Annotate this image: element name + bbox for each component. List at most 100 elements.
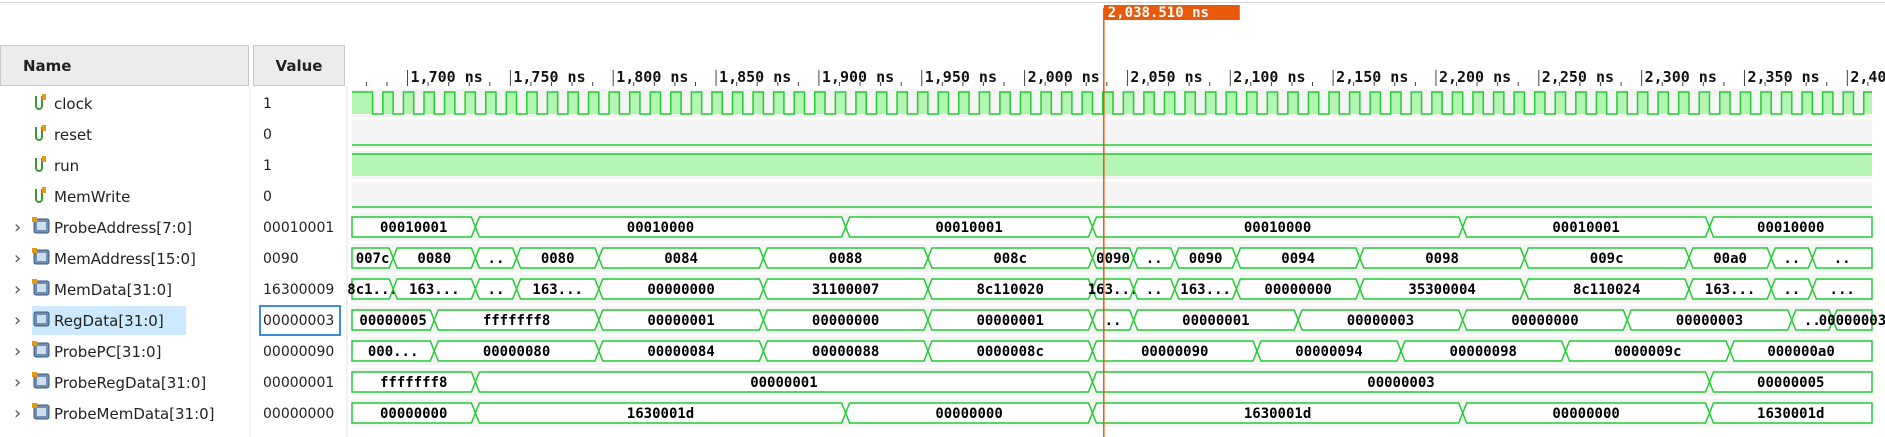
bus-segment-label: 00000005: [1757, 375, 1824, 391]
signal-name[interactable]: ProbeMemData[31:0]: [54, 405, 215, 423]
signal-name[interactable]: ProbeAddress[7:0]: [54, 219, 192, 237]
bus-segment-label: 0090: [1189, 251, 1223, 267]
bus-segment-label: 00000001: [750, 375, 817, 391]
expand-chevron-icon[interactable]: ›: [14, 341, 21, 362]
bus-segment-label: 0098: [1425, 251, 1459, 267]
clock-high-fill: [1308, 92, 1319, 114]
bus-segment-label: ..: [488, 282, 505, 298]
clock-high-fill: [938, 92, 949, 114]
clock-high-fill: [1082, 92, 1093, 114]
expand-chevron-icon[interactable]: ›: [14, 372, 21, 393]
waveform[interactable]: 00000005 fffffff8 00000001 00000000 00000001…: [351, 309, 1885, 331]
waveform[interactable]: fffffff8 00000001 00000003 00000005: [351, 371, 1873, 393]
clock-high-fill: [465, 92, 476, 114]
clock-high-fill: [1349, 92, 1360, 114]
bus-segment-label: 8c110024: [1573, 282, 1640, 298]
expand-chevron-icon[interactable]: ›: [14, 403, 21, 424]
clock-high-fill: [917, 92, 928, 114]
ruler-tick-label: 2,050 ns: [1130, 68, 1202, 86]
bus-segment-label: 00000080: [483, 344, 550, 360]
waveform[interactable]: 8c1... 163..... 163... 00000000 31100007 8c11…: [347, 278, 1873, 300]
signal-value: 1: [263, 158, 272, 174]
clock-high-fill: [423, 92, 435, 114]
bus-segment-label: 009c: [1590, 251, 1624, 267]
waveform[interactable]: 00010001 00010000 00010001 00010000 00010001…: [351, 216, 1873, 238]
clock-high-fill: [1760, 92, 1772, 114]
clock-high-fill: [814, 92, 826, 114]
clock-high-fill: [1411, 92, 1422, 114]
waveform[interactable]: 007c 0080.. 0080 0084 0088 008c 0090.. 0090 0094…: [351, 247, 1873, 269]
bus-segment-label: ..: [488, 251, 505, 267]
signal-name[interactable]: run: [54, 157, 79, 175]
bus-signal-icon: [32, 248, 50, 265]
clock-high-fill: [1802, 92, 1813, 114]
signal-name[interactable]: MemData[31:0]: [54, 281, 172, 299]
signal-name[interactable]: RegData[31:0]: [54, 312, 164, 330]
bus-segment-label: ...: [1830, 282, 1855, 298]
wave-row-band: [352, 120, 1872, 148]
clock-high-fill: [855, 92, 867, 114]
clock-high-fill: [1719, 92, 1731, 114]
bus-segment-label: 007c: [356, 251, 390, 267]
bus-segment-label: 00000003: [1819, 313, 1885, 329]
waveform[interactable]: 000... 00000080 00000084 00000088 0000008c 00…: [351, 340, 1873, 362]
clock-high-fill: [1390, 92, 1401, 114]
bus-segment-label: 00000000: [647, 282, 714, 298]
bus-segment-label: 00000084: [647, 344, 714, 360]
bus-segment-label: 8c110020: [976, 282, 1043, 298]
signal-name[interactable]: reset: [54, 126, 92, 144]
clock-high-fill: [1658, 92, 1669, 114]
clock-high-fill: [1863, 92, 1872, 114]
bus-segment-label: ..: [1146, 282, 1163, 298]
waveform[interactable]: 00000000 1630001d 00000000 1630001d 00000000…: [351, 402, 1873, 424]
bus-signal-icon: [32, 372, 50, 389]
bus-segment-label: 008c: [993, 251, 1027, 267]
bus-segment-label: 000...: [368, 344, 419, 360]
ruler-tick-label: 2,150 ns: [1336, 68, 1408, 86]
clock-high-fill: [567, 92, 579, 114]
clock-high-fill: [444, 92, 455, 114]
ruler-tick-label: 2,000 ns: [1028, 68, 1100, 86]
signal-name[interactable]: clock: [54, 95, 93, 113]
signal-name[interactable]: MemWrite: [54, 188, 130, 206]
clock-high-fill: [1328, 92, 1340, 114]
time-ruler[interactable]: 1,700 ns 1,750 ns 1,800 ns 1,850 ns 1,900 ns…: [365, 68, 1885, 86]
signal-value: 1: [263, 96, 272, 112]
bus-segment-label: 00000003: [1347, 313, 1414, 329]
bus-segment-label: 00010001: [935, 220, 1002, 236]
expand-chevron-icon[interactable]: ›: [14, 310, 21, 331]
clock-high-fill: [999, 92, 1011, 114]
bus-segment-label: ..: [1105, 313, 1122, 329]
clock-high-fill: [794, 92, 805, 114]
bus-segment-label: 00000088: [812, 344, 879, 360]
bus-segment-label: 00000000: [935, 406, 1002, 422]
clock-high-fill: [352, 92, 373, 114]
signal-value: 00000090: [263, 344, 334, 360]
clock-high-fill: [1287, 92, 1299, 114]
expand-chevron-icon[interactable]: ›: [14, 248, 21, 269]
bus-segment-label: 00000000: [1511, 313, 1578, 329]
expand-chevron-icon[interactable]: ›: [14, 217, 21, 238]
ruler-tick-label: 2,200 ns: [1439, 68, 1511, 86]
bus-segment-label: 000000a0: [1767, 344, 1834, 360]
clock-high-fill: [876, 92, 887, 114]
bus-segment-label: 163...: [1088, 282, 1139, 298]
signal-name[interactable]: ProbeRegData[31:0]: [54, 374, 206, 392]
expand-chevron-icon[interactable]: ›: [14, 279, 21, 300]
bus-segment-label: 163...: [409, 282, 460, 298]
clock-high-fill: [1205, 92, 1216, 114]
bus-signal-icon: [32, 217, 50, 234]
bus-segment-label: 1630001d: [1244, 406, 1311, 422]
bus-segment-label: 00000000: [812, 313, 879, 329]
clock-high-fill: [1143, 92, 1155, 114]
waveform-viewer[interactable]: 1,700 ns 1,750 ns 1,800 ns 1,850 ns 1,900 ns…: [0, 0, 1885, 437]
signal-value: 00000001: [263, 375, 334, 391]
signal-name[interactable]: ProbePC[31:0]: [54, 343, 161, 361]
bus-segment-label: 00000001: [1182, 313, 1249, 329]
ruler-tick-label: 1,900 ns: [822, 68, 894, 86]
signal-name[interactable]: MemAddress[15:0]: [54, 250, 196, 268]
bus-segment-label: 0090: [1096, 251, 1130, 267]
bus-segment-label: 00000098: [1450, 344, 1517, 360]
bus-signal-icon: [32, 279, 50, 296]
waveform[interactable]: [352, 153, 1872, 176]
